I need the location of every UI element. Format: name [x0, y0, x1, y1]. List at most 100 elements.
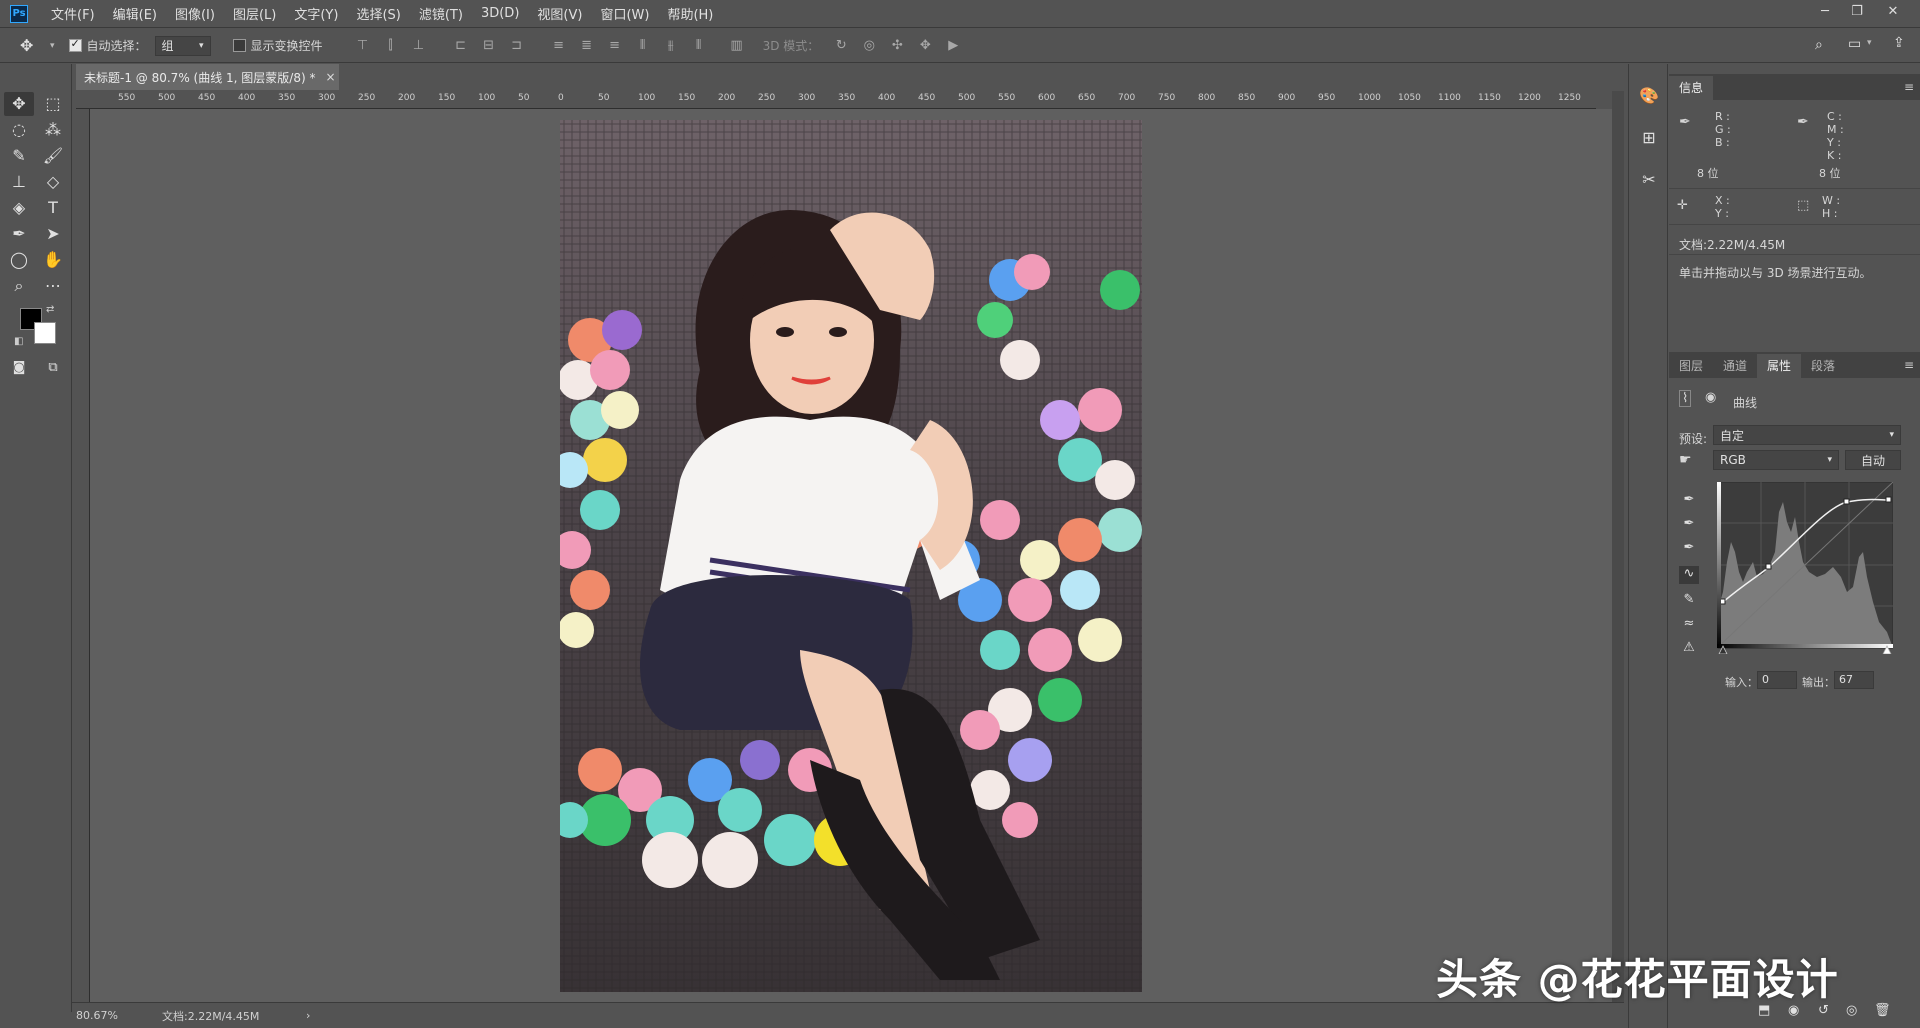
3d-orbit-icon[interactable]: ↻	[834, 38, 848, 53]
hand-tool-icon[interactable]: ✋	[38, 248, 68, 272]
align-left-icon[interactable]: ⊏	[454, 38, 468, 53]
show-transform-checkbox[interactable]	[232, 39, 246, 52]
bucket-tool-icon[interactable]: ◈	[4, 196, 34, 220]
menu-window[interactable]: 窗口(W)	[600, 4, 649, 23]
marquee-tool-icon[interactable]: ⬚	[38, 92, 68, 116]
clone-source-icon[interactable]: ⊞	[1637, 126, 1661, 150]
more-tools-icon[interactable]: ⋯	[38, 274, 68, 298]
chevron-down-icon[interactable]: ▾	[50, 41, 55, 51]
delete-trash-icon[interactable]: 🗑	[1874, 1003, 1891, 1018]
properties-panel-menu-icon[interactable]: ≡	[1904, 358, 1914, 372]
eraser-tool-icon[interactable]: ◇	[38, 170, 68, 194]
background-color-swatch[interactable]	[34, 322, 56, 344]
workspace-icon[interactable]: ▭	[1848, 36, 1861, 52]
preset-dropdown[interactable]: 自定 ▾	[1713, 425, 1901, 445]
auto-select-dropdown[interactable]: 组 ▾	[154, 35, 211, 56]
status-menu-arrow-icon[interactable]: ›	[306, 1009, 310, 1022]
target-adjust-hand-icon[interactable]: ☛	[1679, 452, 1692, 468]
ruler-tick-label: 750	[1158, 93, 1176, 103]
align-vcenter-icon[interactable]: ⫿	[384, 38, 398, 53]
tab-channels[interactable]: 通道	[1713, 354, 1757, 378]
document-photo[interactable]	[560, 120, 1142, 992]
3d-slide-icon[interactable]: ✥	[918, 38, 932, 53]
white-point-eyedropper-icon[interactable]: ✒	[1679, 540, 1699, 558]
auto-select-checkbox[interactable]	[68, 37, 82, 52]
type-tool-icon[interactable]: T	[38, 196, 68, 220]
menu-file[interactable]: 文件(F)	[51, 4, 95, 23]
black-point-eyedropper-icon[interactable]: ✒	[1679, 492, 1699, 510]
menu-filter[interactable]: 滤镜(T)	[419, 4, 463, 23]
input-value-field[interactable]: 0	[1757, 671, 1797, 689]
menu-image[interactable]: 图像(I)	[175, 4, 215, 23]
move-tool-icon[interactable]: ✥	[20, 36, 50, 55]
vertical-scrollbar[interactable]	[1612, 91, 1624, 1002]
cmyk-eyedropper-icon[interactable]: ✒	[1797, 114, 1809, 130]
lasso-tool-icon[interactable]: ◌	[4, 118, 34, 142]
eyedropper-tool-icon[interactable]: ✎	[4, 144, 34, 168]
menu-layer[interactable]: 图层(L)	[233, 4, 276, 23]
3d-scale-icon[interactable]: ▶	[946, 38, 960, 53]
close-tab-icon[interactable]: ×	[325, 70, 335, 84]
align-hcenter-icon[interactable]: ⊟	[482, 38, 496, 53]
distribute-top-icon[interactable]: ≡	[552, 38, 566, 53]
menu-3d[interactable]: 3D(D)	[481, 6, 519, 21]
chevron-down-icon[interactable]: ▾	[1867, 38, 1872, 48]
3d-pan-icon[interactable]: ✣	[890, 38, 904, 53]
clipping-warning-icon[interactable]: ⚠	[1679, 640, 1699, 658]
layer-mask-icon[interactable]: ◉	[1705, 390, 1716, 405]
distribute-bottom-icon[interactable]: ≡	[608, 38, 622, 53]
smooth-curve-icon[interactable]: ≈	[1679, 616, 1699, 634]
zoom-level[interactable]: 80.67%	[76, 1009, 148, 1022]
distribute-vcenter-icon[interactable]: ≣	[580, 38, 594, 53]
menu-edit[interactable]: 编辑(E)	[113, 4, 157, 23]
tab-info[interactable]: 信息	[1669, 76, 1714, 100]
quick-mask-icon[interactable]: ◙	[4, 356, 34, 380]
tab-layers[interactable]: 图层	[1669, 354, 1713, 378]
path-select-icon[interactable]: ➤	[38, 222, 68, 246]
rgb-eyedropper-icon[interactable]: ✒	[1679, 114, 1691, 130]
magic-wand-icon[interactable]: ⁂	[38, 118, 68, 142]
pencil-draw-icon[interactable]: ✎	[1679, 592, 1699, 610]
document-tab[interactable]: 未标题-1 @ 80.7% (曲线 1, 图层蒙版/8) * ×	[76, 64, 339, 90]
restore-button[interactable]: ❐	[1844, 2, 1870, 22]
zoom-tool-icon[interactable]: ⌕	[4, 274, 34, 298]
ruler-tick-label: 250	[758, 93, 776, 103]
search-icon[interactable]: ⌕	[1815, 37, 1823, 53]
move-tool-icon[interactable]: ✥	[4, 92, 34, 116]
brush-tool-icon[interactable]: 🖌	[38, 144, 68, 168]
output-value-field[interactable]: 67	[1834, 671, 1874, 689]
menu-view[interactable]: 视图(V)	[537, 4, 582, 23]
align-bottom-icon[interactable]: ⊥	[412, 38, 426, 53]
minimize-button[interactable]: ─	[1812, 2, 1838, 22]
tab-paragraph[interactable]: 段落	[1801, 354, 1845, 378]
channel-dropdown[interactable]: RGB ▾	[1713, 450, 1839, 470]
close-window-button[interactable]: ✕	[1880, 2, 1906, 22]
palette-icon[interactable]: 🎨	[1637, 84, 1661, 108]
curve-point-tool-icon[interactable]: ∿	[1679, 566, 1699, 584]
align-right-icon[interactable]: ⊐	[510, 38, 524, 53]
auto-align-icon[interactable]: ▥	[730, 38, 744, 53]
info-panel-menu-icon[interactable]: ≡	[1904, 80, 1914, 94]
tab-properties[interactable]: 属性	[1757, 354, 1802, 378]
tools-preset-icon[interactable]: ✂	[1637, 168, 1661, 192]
curves-adjustment-icon[interactable]: ⌇	[1679, 390, 1692, 407]
swap-colors-icon[interactable]: ⇄	[46, 304, 54, 315]
ellipse-tool-icon[interactable]: ◯	[4, 248, 34, 272]
curves-graph[interactable]	[1717, 482, 1893, 654]
pen-tool-icon[interactable]: ✒	[4, 222, 34, 246]
distribute-left-icon[interactable]: ⫴	[636, 38, 650, 53]
auto-button[interactable]: 自动	[1845, 450, 1901, 470]
distribute-right-icon[interactable]: ⫴	[692, 38, 706, 53]
3d-roll-icon[interactable]: ◎	[862, 38, 876, 53]
stamp-tool-icon[interactable]: ⊥	[4, 170, 34, 194]
gray-point-eyedropper-icon[interactable]: ✒	[1679, 516, 1699, 534]
share-icon[interactable]: ⇪	[1893, 35, 1905, 51]
default-colors-icon[interactable]: ◧	[14, 336, 23, 347]
distribute-hcenter-icon[interactable]: ⫵	[664, 38, 678, 53]
screen-mode-icon[interactable]: ⧉	[38, 356, 68, 380]
menu-type[interactable]: 文字(Y)	[294, 4, 338, 23]
menu-select[interactable]: 选择(S)	[356, 4, 400, 23]
align-top-icon[interactable]: ⊤	[356, 38, 370, 53]
visibility-eye-icon[interactable]: ◎	[1846, 1003, 1857, 1018]
menu-help[interactable]: 帮助(H)	[667, 4, 713, 23]
